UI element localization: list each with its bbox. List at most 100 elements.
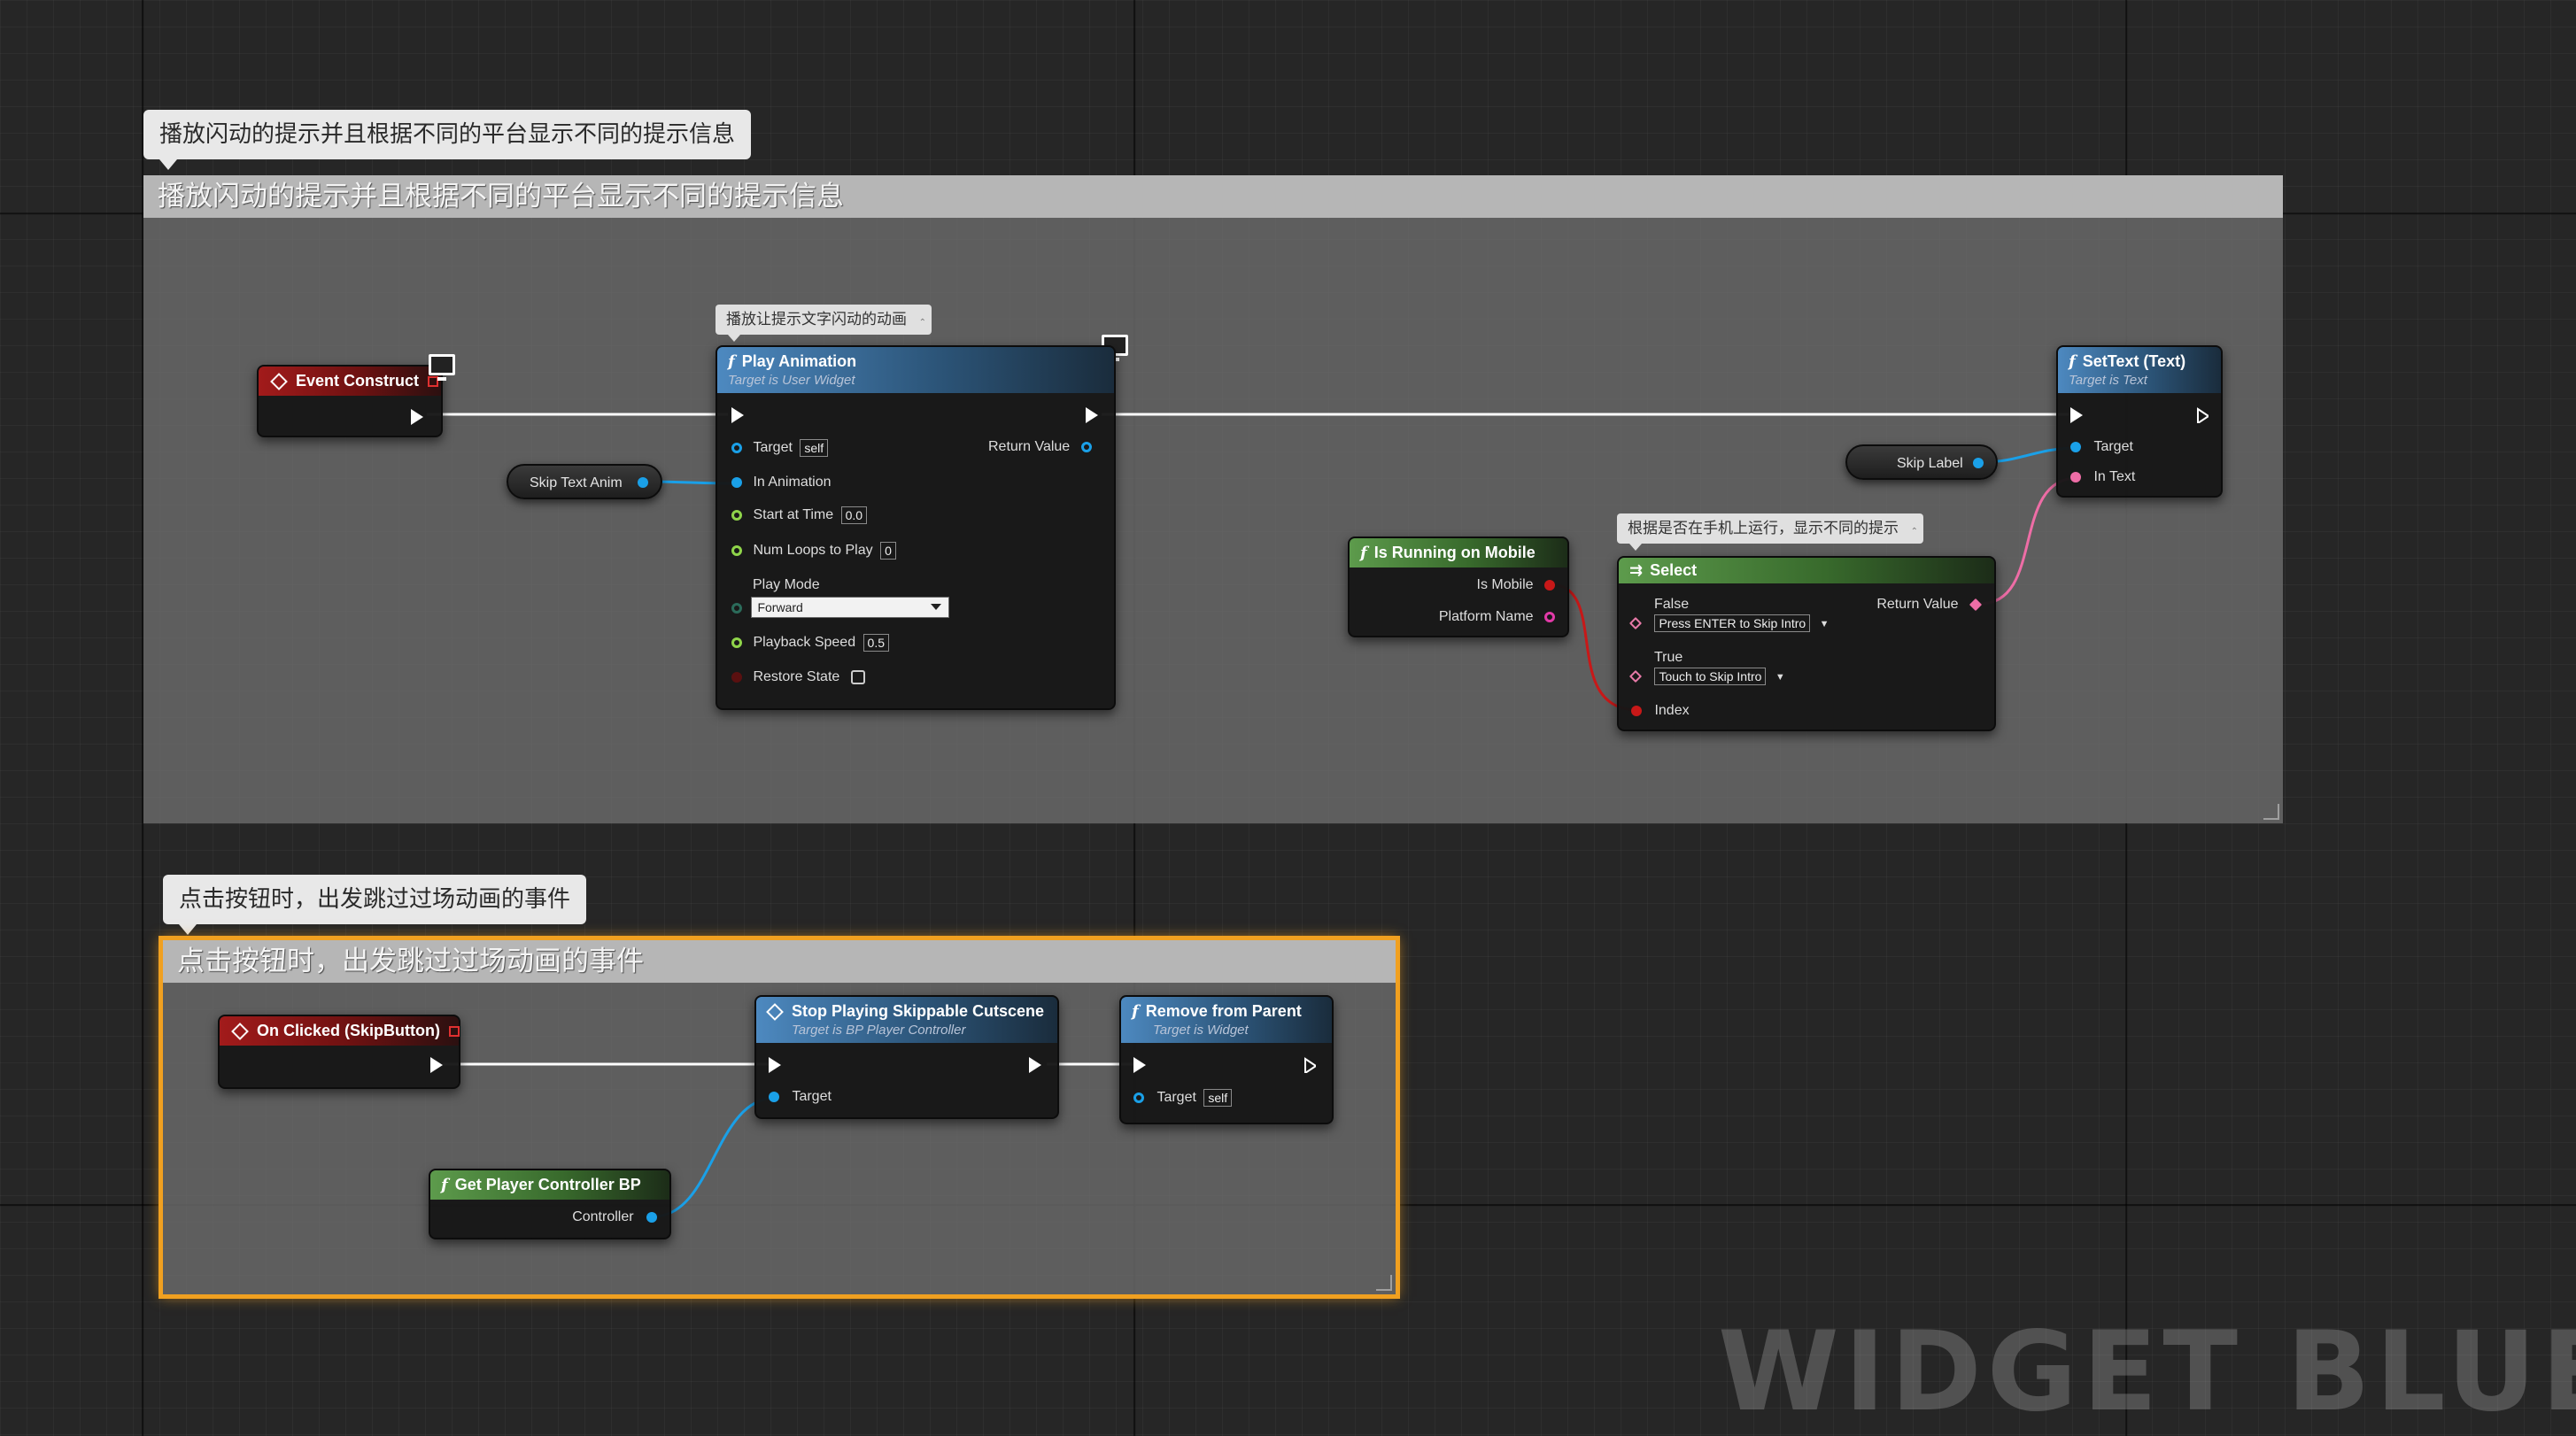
play-mode-dropdown-row[interactable]: Forward — [731, 597, 950, 618]
event-construct-node[interactable]: Event Construct — [257, 365, 443, 437]
return-value-pin[interactable] — [1080, 441, 1092, 452]
pin-label: Platform Name — [1438, 609, 1534, 624]
node-subtitle: Target is User Widget — [728, 373, 855, 388]
function-icon: f — [441, 1176, 448, 1194]
false-pin-row[interactable]: False — [1631, 597, 1689, 613]
delegate-pin-icon[interactable] — [449, 1026, 460, 1038]
platform-name-pin-row[interactable]: Platform Name — [1439, 609, 1555, 625]
variable-label: Skip Label — [1897, 456, 1963, 471]
node-header: Event Construct — [259, 367, 441, 396]
select-comment[interactable]: 根据是否在手机上运行，显示不同的提示 ⌃ — [1617, 513, 1923, 551]
start-time-input[interactable]: 0.0 — [840, 506, 868, 524]
start-time-pin-row[interactable]: Start at Time 0.0 — [731, 506, 868, 524]
pin-label: False — [1654, 597, 1690, 612]
pin-label: Target — [792, 1089, 832, 1104]
num-loops-input[interactable]: 0 — [880, 542, 896, 560]
function-icon: f — [2069, 352, 2076, 371]
exec-in-pin[interactable] — [1133, 1057, 1146, 1073]
target-pin[interactable] — [731, 443, 742, 453]
num-loops-pin[interactable] — [731, 545, 742, 556]
collapse-icon[interactable]: ⌃ — [1911, 517, 1918, 547]
target-pin-row[interactable]: Target self — [731, 439, 829, 457]
exec-out-pin[interactable] — [1086, 407, 1098, 423]
chevron-down-icon[interactable]: ▼ — [1775, 672, 1785, 683]
index-pin[interactable] — [1631, 705, 1642, 716]
select-node[interactable]: ⇉ Select False Press ENTER to Skip Intro … — [1617, 556, 1996, 731]
controller-pin-row[interactable]: Controller — [572, 1209, 657, 1225]
start-time-pin[interactable] — [731, 510, 742, 521]
in-text-pin[interactable] — [2070, 471, 2081, 483]
variable-out-pin[interactable] — [638, 477, 648, 488]
exec-out-pin[interactable] — [1029, 1057, 1041, 1073]
play-animation-comment[interactable]: 播放让提示文字闪动的动画 ⌃ — [716, 305, 932, 342]
remove-from-parent-node[interactable]: f Remove from Parent Target is Widget Tar… — [1119, 995, 1334, 1124]
target-pin[interactable] — [1133, 1092, 1144, 1103]
skip-label-variable[interactable]: Skip Label — [1845, 444, 1998, 480]
true-pin-row[interactable]: True — [1631, 650, 1683, 666]
restore-state-pin[interactable] — [731, 671, 742, 683]
exec-in-pin[interactable] — [731, 407, 744, 423]
exec-out-pin[interactable] — [430, 1057, 443, 1073]
settext-node[interactable]: f SetText (Text) Target is Text Target In… — [2056, 345, 2223, 498]
variable-label: Skip Text Anim — [530, 475, 623, 490]
exec-in-pin[interactable] — [2070, 407, 2083, 423]
collapse-icon[interactable]: ⌃ — [919, 308, 926, 338]
is-running-on-mobile-node[interactable]: f Is Running on Mobile Is Mobile Platform… — [1348, 537, 1569, 637]
playback-speed-pin[interactable] — [731, 637, 742, 648]
select-icon: ⇉ — [1629, 561, 1644, 579]
stop-playing-cutscene-node[interactable]: Stop Playing Skippable Cutscene Target i… — [754, 995, 1059, 1119]
node-header: f Remove from Parent Target is Widget — [1121, 997, 1332, 1043]
in-animation-pin-row[interactable]: In Animation — [731, 475, 832, 490]
pin-label: Target — [1156, 1090, 1196, 1106]
false-text-input[interactable]: Press ENTER to Skip Intro — [1654, 614, 1811, 632]
return-value-pin-row[interactable]: Return Value — [1876, 597, 1983, 613]
pin-label: Target — [753, 440, 793, 456]
is-mobile-pin[interactable] — [1544, 579, 1555, 591]
playback-speed-input[interactable]: 0.5 — [863, 634, 890, 652]
exec-out-pin[interactable] — [1303, 1057, 1316, 1073]
true-pin[interactable] — [1628, 669, 1643, 683]
exec-out-pin[interactable] — [2196, 407, 2209, 423]
pin-label: Index — [1654, 703, 1690, 718]
target-pin-row[interactable]: Target — [2070, 439, 2133, 455]
platform-name-pin[interactable] — [1544, 611, 1555, 622]
in-animation-pin[interactable] — [731, 476, 742, 488]
playback-speed-pin-row[interactable]: Playback Speed 0.5 — [731, 634, 890, 652]
play-mode-dropdown[interactable]: Forward — [751, 597, 950, 618]
variable-out-pin[interactable] — [1973, 458, 1984, 468]
on-clicked-node[interactable]: On Clicked (SkipButton) — [218, 1015, 460, 1089]
controller-pin[interactable] — [646, 1211, 657, 1223]
node-title: SetText (Text) — [2082, 352, 2186, 370]
target-pin[interactable] — [2070, 441, 2081, 452]
node-title: Play Animation — [741, 352, 857, 370]
num-loops-pin-row[interactable]: Num Loops to Play 0 — [731, 542, 896, 560]
exec-in-pin[interactable] — [769, 1057, 781, 1073]
bubble-tail — [728, 335, 740, 342]
play-animation-node[interactable]: f Play Animation Target is User Widget Ta… — [716, 345, 1116, 710]
return-value-pin[interactable] — [1969, 598, 1983, 611]
play-mode-pin-row[interactable]: Play Mode — [731, 577, 820, 593]
restore-state-checkbox[interactable] — [850, 669, 865, 684]
restore-state-pin-row[interactable]: Restore State — [731, 669, 865, 685]
in-text-pin-row[interactable]: In Text — [2070, 469, 2135, 485]
get-player-controller-node[interactable]: f Get Player Controller BP Controller — [429, 1169, 671, 1239]
node-comment-text: 根据是否在手机上运行，显示不同的提示 — [1628, 520, 1899, 537]
index-pin-row[interactable]: Index — [1631, 703, 1690, 719]
node-header: f Is Running on Mobile — [1350, 538, 1567, 567]
target-pin[interactable] — [769, 1091, 779, 1102]
target-pin-row[interactable]: Target — [769, 1089, 832, 1105]
exec-out-pin[interactable] — [411, 409, 423, 425]
false-value-row[interactable]: Press ENTER to Skip Intro ▼ — [1628, 614, 1830, 632]
is-mobile-pin-row[interactable]: Is Mobile — [1477, 577, 1555, 593]
wire-layer — [427, 413, 2078, 1218]
node-title: On Clicked (SkipButton) — [257, 1022, 440, 1039]
false-pin[interactable] — [1628, 616, 1643, 630]
play-mode-pin[interactable] — [731, 602, 742, 614]
chevron-down-icon[interactable]: ▼ — [1820, 619, 1830, 629]
true-value-row[interactable]: Touch to Skip Intro ▼ — [1628, 668, 1785, 685]
return-value-pin-row[interactable]: Return Value — [988, 439, 1092, 455]
true-text-input[interactable]: Touch to Skip Intro — [1654, 668, 1767, 685]
target-pin-row[interactable]: Target self — [1133, 1089, 1233, 1107]
skip-text-anim-variable[interactable]: Skip Text Anim — [507, 464, 662, 499]
node-subtitle: Target is Widget — [1153, 1023, 1249, 1038]
